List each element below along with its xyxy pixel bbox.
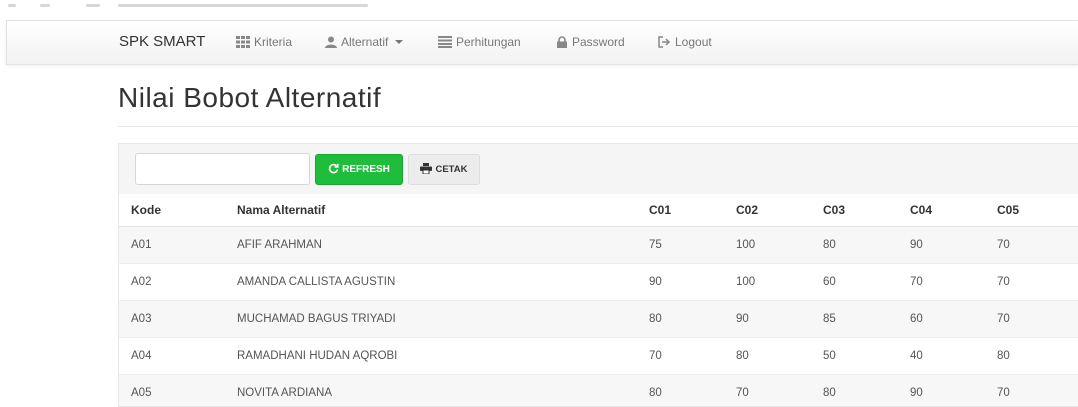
refresh-icon [328,163,339,177]
header-kode[interactable]: Kode [119,194,225,227]
cell-c04: 90 [898,374,985,406]
cell-c03: 60 [811,263,898,301]
table-row[interactable]: A04 RAMADHANI HUDAN AQROBI 70 80 50 40 8… [119,337,1078,375]
nav-item-label: Perhitungan [456,35,521,49]
table-row[interactable]: A01 AFIF ARAHMAN 75 100 80 90 70 [119,226,1078,264]
cell-nama: RAMADHANI HUDAN AQROBI [225,337,637,375]
header-nama-alternatif[interactable]: Nama Alternatif [225,194,637,227]
cell-nama: MUCHAMAD BAGUS TRIYADI [225,300,637,338]
table-header-row: Kode Nama Alternatif C01 C02 C03 C04 C05 [119,194,1078,227]
cell-c05: 70 [985,226,1078,264]
cell-c04: 70 [898,263,985,301]
cell-c02: 90 [724,300,811,338]
nav-item-logout[interactable]: Logout [658,35,712,49]
cell-c02: 100 [724,263,811,301]
search-input[interactable] [135,153,310,185]
cell-c05: 70 [985,263,1078,301]
grid-icon [236,36,250,48]
header-c02[interactable]: C02 [724,194,811,227]
navbar: SPK SMART Kriteria Alternatif Perhitunga… [6,20,1078,65]
list-icon [438,36,452,48]
cell-c04: 90 [898,226,985,264]
table-row[interactable]: A05 NOVITA ARDIANA 80 70 80 90 70 [119,374,1078,406]
print-label: CETAK [435,164,468,175]
cell-c03: 80 [811,226,898,264]
cell-kode: A01 [119,226,225,264]
cell-c01: 80 [637,374,724,406]
chevron-down-icon [395,40,404,44]
cell-c03: 85 [811,300,898,338]
header-c03[interactable]: C03 [811,194,898,227]
browser-top-strip [0,0,1078,14]
strip-mark [118,4,368,7]
cell-c01: 75 [637,226,724,264]
page-title: Nilai Bobot Alternatif [118,82,382,113]
nav-item-alternatif[interactable]: Alternatif [325,35,404,49]
header-c05[interactable]: C05 [985,194,1078,227]
nav-item-label: Password [572,35,625,49]
cell-nama: AFIF ARAHMAN [225,226,637,264]
cell-nama: NOVITA ARDIANA [225,374,637,406]
logout-icon [658,36,671,48]
table-row[interactable]: A02 AMANDA CALLISTA AGUSTIN 90 100 60 70… [119,263,1078,301]
navbar-brand[interactable]: SPK SMART [119,33,205,50]
cell-c03: 80 [811,374,898,406]
alternative-score-table: Kode Nama Alternatif C01 C02 C03 C04 C05… [119,194,1078,406]
data-panel: REFRESH CETAK Kode Nama Alternatif C01 C… [118,143,1078,407]
cell-c02: 70 [724,374,811,406]
user-icon [325,36,337,48]
cell-kode: A05 [119,374,225,406]
cell-c05: 70 [985,300,1078,338]
lock-icon [556,36,568,48]
cell-c02: 100 [724,226,811,264]
cell-c01: 90 [637,263,724,301]
cell-kode: A03 [119,300,225,338]
cell-c04: 60 [898,300,985,338]
cell-kode: A04 [119,337,225,375]
cell-c01: 70 [637,337,724,375]
table-row[interactable]: A03 MUCHAMAD BAGUS TRIYADI 80 90 85 60 7… [119,300,1078,338]
cell-c02: 80 [724,337,811,375]
nav-item-label: Logout [675,35,712,49]
panel-toolbar: REFRESH CETAK [119,144,1078,194]
cell-c05: 70 [985,374,1078,406]
print-button[interactable]: CETAK [408,154,480,185]
cell-kode: A02 [119,263,225,301]
cell-c04: 40 [898,337,985,375]
strip-mark [8,4,16,7]
strip-mark [40,4,50,7]
cell-c01: 80 [637,300,724,338]
nav-item-kriteria[interactable]: Kriteria [236,35,292,49]
title-divider [118,126,1078,127]
strip-mark [86,4,100,7]
cell-c05: 80 [985,337,1078,375]
print-icon [420,162,433,177]
cell-c03: 50 [811,337,898,375]
refresh-button[interactable]: REFRESH [315,154,403,185]
nav-item-password[interactable]: Password [556,35,625,49]
nav-item-label: Kriteria [254,35,293,49]
cell-nama: AMANDA CALLISTA AGUSTIN [225,263,637,301]
nav-item-perhitungan[interactable]: Perhitungan [438,35,521,49]
nav-item-label: Alternatif [341,35,389,49]
refresh-label: REFRESH [342,164,390,175]
header-c01[interactable]: C01 [637,194,724,227]
header-c04[interactable]: C04 [898,194,985,227]
